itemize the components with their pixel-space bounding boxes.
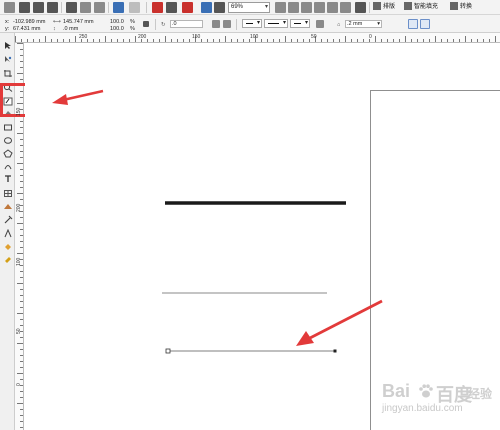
ruler-label: 150: [16, 107, 22, 116]
ruler-label: 200: [16, 203, 22, 212]
watermark-brand-3: 经验: [468, 387, 493, 401]
annotation-arrow-line: [62, 89, 104, 102]
watermark: Bai 百度 经验 jingyan.baidu.com: [360, 375, 500, 430]
watermark-brand: Bai: [382, 381, 411, 401]
annotation-arrow-head: [52, 94, 68, 105]
end-node-handle[interactable]: [333, 349, 337, 353]
ruler-label: 200: [138, 34, 147, 40]
paw-logo-icon: [419, 384, 433, 398]
ruler-label: 0: [369, 34, 372, 40]
watermark-url: jingyan.baidu.com: [382, 403, 463, 414]
ruler-label: 50: [16, 328, 22, 334]
annotation-arrow-line: [309, 299, 383, 340]
canvas-drawing-layer: [52, 89, 383, 354]
ruler-label: 100: [16, 257, 22, 266]
ruler-label: 100: [250, 34, 259, 40]
ruler-label: 150: [192, 34, 201, 40]
ruler-label: 0: [16, 383, 22, 386]
ruler-label: 250: [79, 34, 88, 40]
ruler-label: 50: [311, 34, 317, 40]
start-node-handle[interactable]: [165, 348, 171, 354]
